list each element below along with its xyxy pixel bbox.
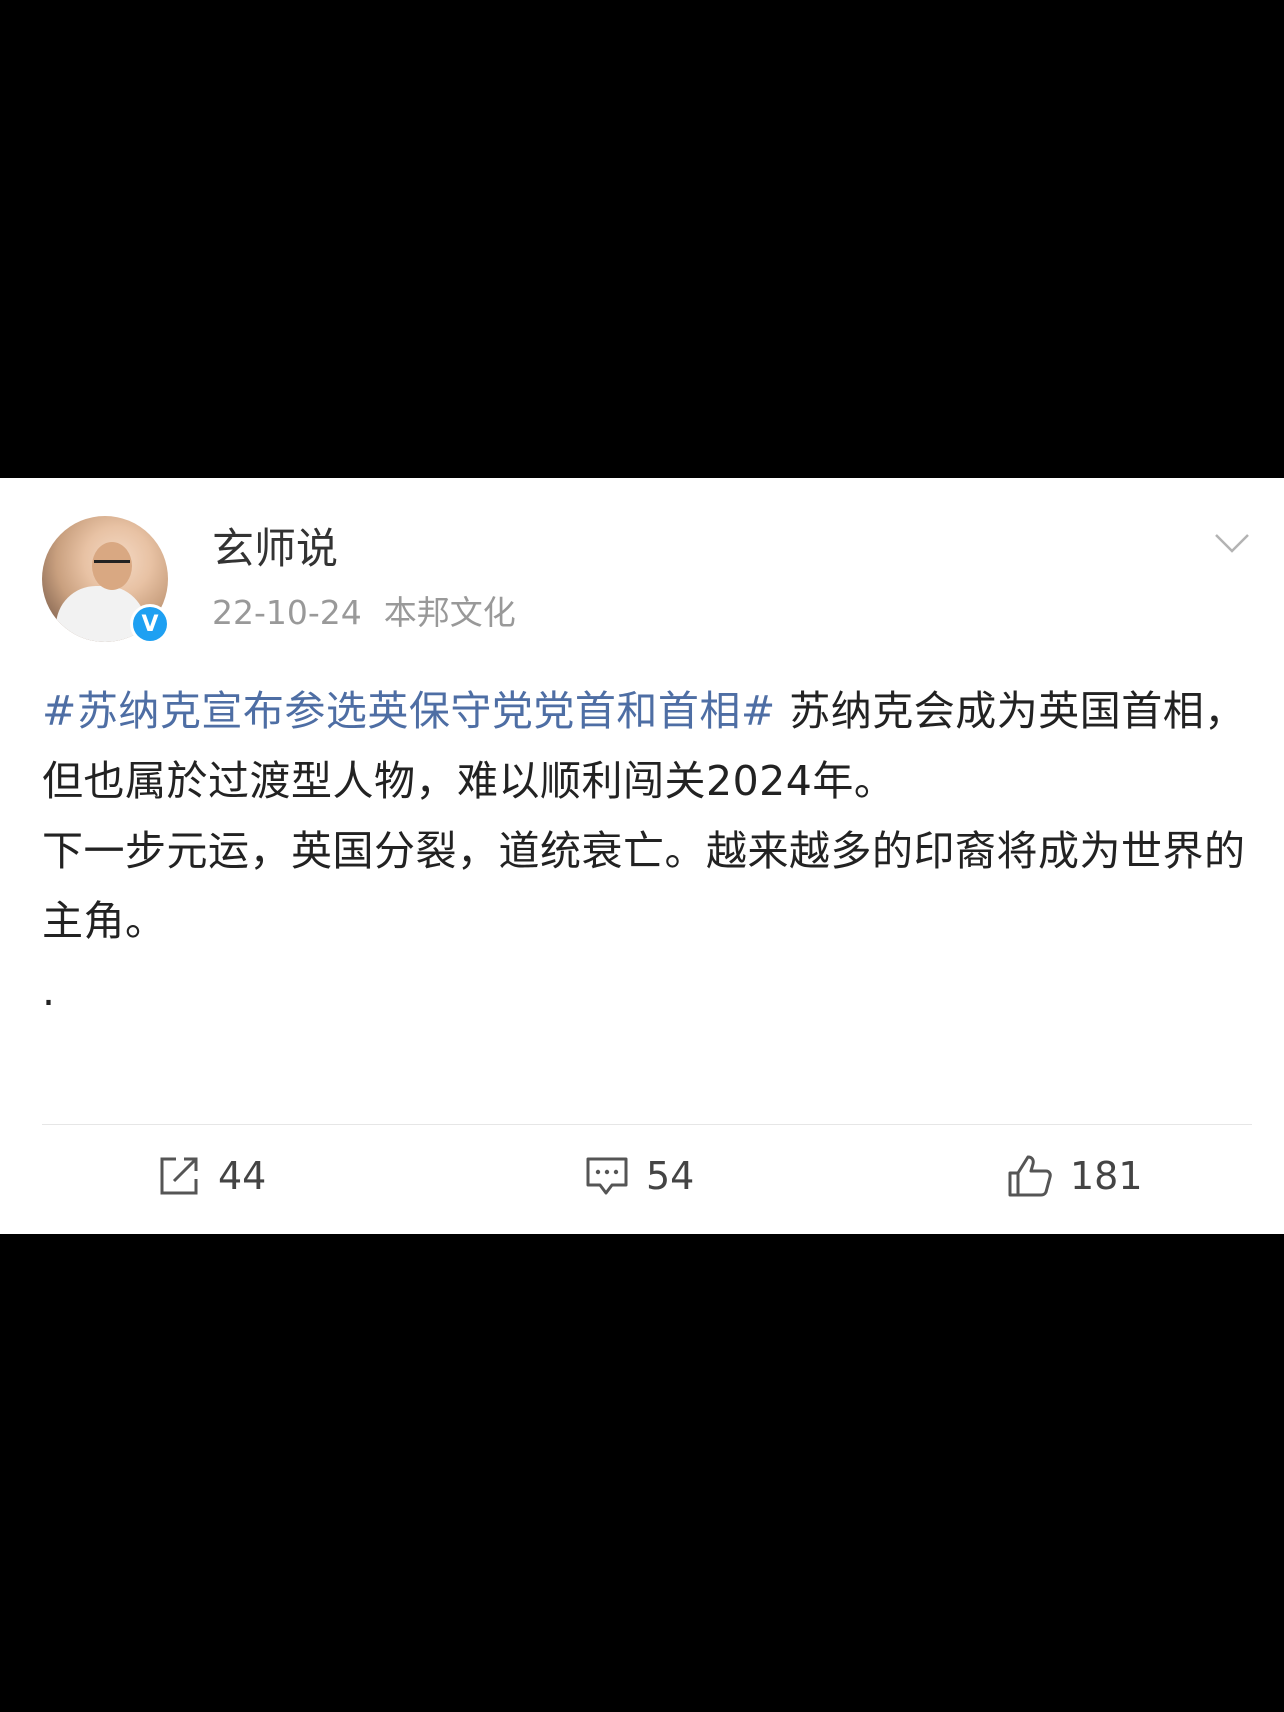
repost-icon: [160, 1157, 198, 1195]
verified-badge-icon: V: [130, 604, 170, 644]
post-meta: 22-10-24 本邦文化: [212, 596, 516, 629]
post-source: 本邦文化: [383, 593, 516, 632]
comment-count: 54: [646, 1154, 695, 1198]
post-paragraph-2: 下一步元运，英国分裂，道统衰亡。越来越多的印裔将成为世界的主角。: [42, 827, 1246, 945]
thumbs-up-icon: [1008, 1155, 1052, 1197]
repost-button[interactable]: 44: [156, 1150, 266, 1202]
post-content: #苏纳克宣布参选英保守党党首和首相# 苏纳克会成为英国首相，但也属於过渡型人物，…: [42, 676, 1252, 1026]
post-date: 22-10-24: [212, 593, 362, 632]
weibo-post-card: V 玄师说 22-10-24 本邦文化 #苏纳克宣布参选英保守党党首和首相# 苏纳…: [0, 478, 1284, 1234]
like-count: 181: [1070, 1154, 1143, 1198]
comment-button[interactable]: 54: [584, 1150, 694, 1202]
divider: [42, 1124, 1252, 1125]
repost-count: 44: [218, 1154, 267, 1198]
post-paragraph-1: #苏纳克宣布参选英保守党党首和首相# 苏纳克会成为英国首相，但也属於过渡型人物，…: [42, 676, 1252, 816]
like-button[interactable]: 181: [1006, 1150, 1143, 1202]
hashtag-link[interactable]: #苏纳克宣布参选英保守党党首和首相#: [42, 687, 776, 735]
post-paragraph-3: .: [42, 967, 56, 1015]
comment-icon: [586, 1157, 628, 1195]
username[interactable]: 玄师说: [212, 528, 338, 570]
chevron-down-icon[interactable]: [1214, 532, 1250, 554]
